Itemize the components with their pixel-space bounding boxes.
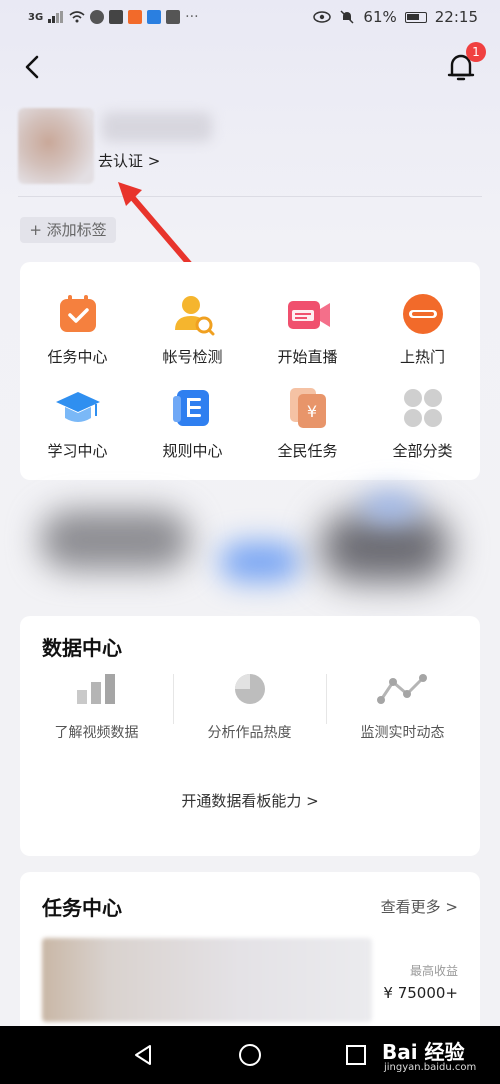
data-item-heat[interactable]: 分析作品热度 bbox=[173, 672, 326, 742]
data-center-title: 数据中心 bbox=[42, 636, 122, 660]
grid-label: 开始直播 bbox=[277, 348, 338, 366]
blur-blob bbox=[220, 542, 300, 582]
profile-divider bbox=[18, 196, 482, 197]
grid-item-task-center[interactable]: 任务中心 bbox=[20, 292, 135, 367]
status-right: 61% 22:15 bbox=[313, 8, 478, 26]
grid-item-account-check[interactable]: 帐号检测 bbox=[135, 292, 250, 367]
status-left: 3G ··· bbox=[28, 9, 199, 25]
status-bar: 3G ··· 61% 22:15 bbox=[0, 0, 500, 36]
grid-label: 全民任务 bbox=[277, 442, 338, 460]
grid-item-rules-center[interactable]: 规则中心 bbox=[135, 386, 250, 461]
blur-blob bbox=[360, 492, 420, 522]
nav-recents-icon[interactable] bbox=[346, 1045, 366, 1065]
data-item-realtime[interactable]: 监测实时动态 bbox=[326, 672, 479, 742]
blur-blob bbox=[320, 512, 450, 582]
notification-badge: 1 bbox=[466, 42, 486, 62]
bar-chart-icon bbox=[76, 674, 115, 704]
account-check-icon bbox=[171, 292, 215, 336]
more-dots-icon: ··· bbox=[185, 9, 199, 25]
signal-icon bbox=[48, 11, 64, 23]
taobao-icon bbox=[128, 10, 143, 24]
income-value: ¥ 75000+ bbox=[383, 984, 458, 1002]
graduation-cap-icon bbox=[55, 386, 100, 430]
data-center-card: 数据中心 了解视频数据 分析作品热度 监测实时动态 开通数据看板能力 > bbox=[20, 616, 480, 856]
grid-label: 规则中心 bbox=[162, 442, 223, 460]
data-item-label: 分析作品热度 bbox=[207, 725, 292, 741]
blurred-banner[interactable] bbox=[20, 492, 480, 604]
task-calendar-icon bbox=[56, 292, 100, 336]
data-item-label: 监测实时动态 bbox=[360, 725, 445, 741]
svg-text:¥: ¥ bbox=[306, 402, 316, 421]
pie-chart-icon bbox=[234, 674, 265, 704]
rules-book-icon bbox=[171, 386, 215, 430]
mute-bell-icon bbox=[340, 10, 354, 24]
grid-item-public-task[interactable]: ¥ 全民任务 bbox=[250, 386, 365, 461]
open-dashboard-link[interactable]: 开通数据看板能力 > bbox=[20, 790, 480, 811]
function-grid-card: 任务中心 帐号检测 开始直播 上热门 学习中心 规则中心 ¥ 全民任务 全部分类 bbox=[20, 262, 480, 480]
clock: 22:15 bbox=[434, 8, 478, 26]
avatar[interactable] bbox=[18, 108, 94, 184]
grid-label: 任务中心 bbox=[47, 348, 108, 366]
nav-home-icon[interactable] bbox=[239, 1044, 261, 1066]
grid-label: 帐号检测 bbox=[162, 348, 223, 366]
grid-item-learning-center[interactable]: 学习中心 bbox=[20, 386, 135, 461]
upload-icon bbox=[166, 10, 181, 24]
all-categories-icon bbox=[401, 386, 445, 430]
nav-back-icon[interactable] bbox=[132, 1044, 154, 1066]
live-camera-icon bbox=[286, 292, 330, 336]
task-thumbnail-blurred[interactable] bbox=[42, 938, 372, 1022]
grid-item-start-live[interactable]: 开始直播 bbox=[250, 292, 365, 367]
qq-icon bbox=[109, 10, 124, 24]
task-center-title: 任务中心 bbox=[42, 896, 122, 920]
battery-icon bbox=[404, 11, 427, 23]
back-arrow-icon[interactable] bbox=[18, 52, 48, 82]
view-more-link[interactable]: 查看更多 > bbox=[381, 896, 458, 917]
network-type: 3G bbox=[28, 11, 44, 23]
dou-plus-icon bbox=[401, 292, 445, 336]
blur-blob bbox=[40, 510, 190, 570]
task-center-card: 任务中心 查看更多 > 最高收益 ¥ 75000+ bbox=[20, 872, 480, 1042]
verify-link[interactable]: 去认证 > bbox=[98, 150, 160, 171]
add-tag-button[interactable]: + 添加标签 bbox=[20, 217, 116, 243]
app-notify-icon bbox=[90, 10, 105, 24]
grid-item-hot[interactable]: 上热门 bbox=[365, 292, 480, 367]
data-item-label: 了解视频数据 bbox=[54, 725, 139, 741]
battery-percent: 61% bbox=[363, 8, 397, 26]
app-blue-icon bbox=[147, 10, 162, 24]
username-blurred bbox=[102, 112, 212, 142]
eye-icon bbox=[313, 11, 332, 23]
income-label: 最高收益 bbox=[409, 964, 458, 978]
line-trend-icon bbox=[376, 674, 427, 704]
data-item-video[interactable]: 了解视频数据 bbox=[20, 672, 173, 742]
money-card-icon: ¥ bbox=[286, 386, 330, 430]
grid-label: 上热门 bbox=[399, 348, 445, 366]
grid-label: 学习中心 bbox=[47, 442, 108, 460]
baidu-watermark: Bai 经验 bbox=[382, 1040, 465, 1064]
grid-label: 全部分类 bbox=[392, 442, 453, 460]
wifi-icon bbox=[69, 11, 85, 23]
baidu-watermark-url: jingyan.baidu.com bbox=[384, 1062, 477, 1073]
grid-item-all-categories[interactable]: 全部分类 bbox=[365, 386, 480, 461]
